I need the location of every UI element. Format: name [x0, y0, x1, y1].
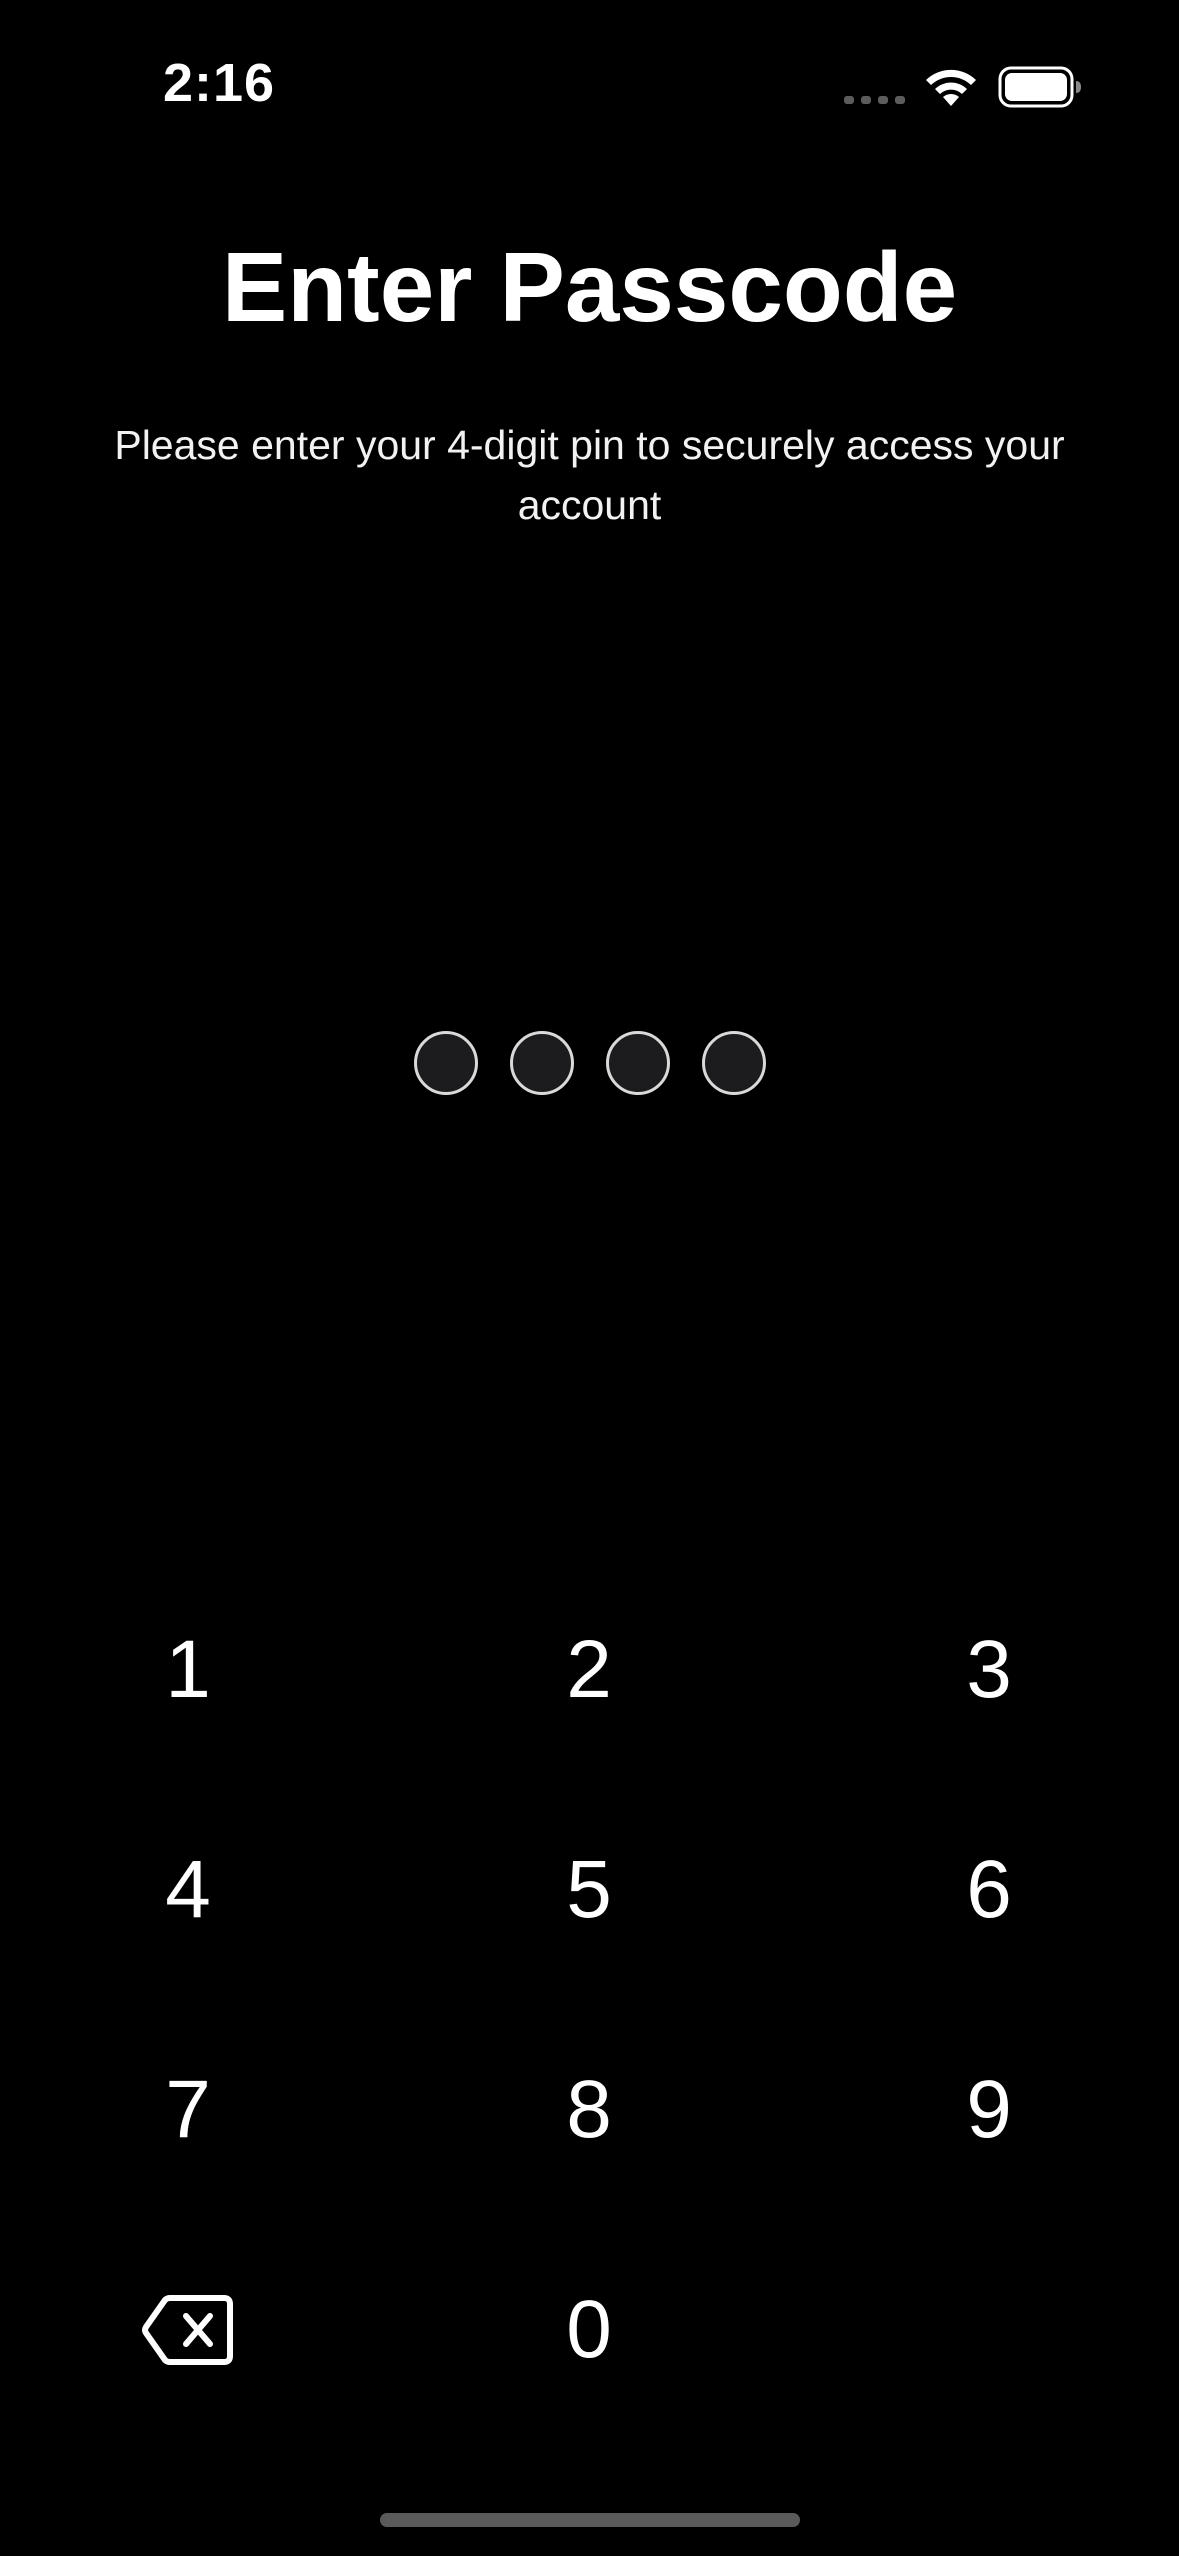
key-label: 0 — [566, 2284, 612, 2375]
pin-dot — [414, 1031, 478, 1095]
cellular-signal-icon — [844, 96, 906, 104]
status-time: 2:16 — [163, 53, 276, 113]
key-4[interactable]: 4 — [58, 1800, 318, 1980]
key-label: 1 — [165, 1624, 211, 1715]
pin-dot — [510, 1031, 574, 1095]
status-bar: 2:16 — [0, 0, 1179, 150]
key-label: 4 — [165, 1844, 211, 1935]
pin-indicator — [414, 1031, 766, 1095]
delete-button[interactable] — [58, 2240, 318, 2420]
key-label: 6 — [966, 1844, 1012, 1935]
key-2[interactable]: 2 — [459, 1580, 719, 1760]
key-label: 5 — [566, 1844, 612, 1935]
key-label: 9 — [966, 2064, 1012, 2155]
key-3[interactable]: 3 — [859, 1580, 1119, 1760]
key-label: 8 — [566, 2064, 612, 2155]
pin-dot — [702, 1031, 766, 1095]
backspace-icon — [142, 2295, 233, 2365]
pin-dot — [606, 1031, 670, 1095]
key-label: 2 — [566, 1624, 612, 1715]
page-subtitle: Please enter your 4-digit pin to securel… — [114, 422, 1065, 528]
key-6[interactable]: 6 — [859, 1800, 1119, 1980]
key-9[interactable]: 9 — [859, 2020, 1119, 2200]
key-0[interactable]: 0 — [459, 2240, 719, 2420]
page-title: Enter Passcode — [221, 232, 958, 342]
key-label: 3 — [966, 1624, 1012, 1715]
key-label: 7 — [165, 2064, 211, 2155]
battery-icon — [998, 66, 1082, 108]
home-indicator[interactable] — [380, 2513, 800, 2527]
key-7[interactable]: 7 — [58, 2020, 318, 2200]
wifi-icon — [923, 66, 979, 110]
numeric-keypad: 1 2 3 4 5 6 7 8 9 0 — [0, 1580, 1179, 2460]
key-8[interactable]: 8 — [459, 2020, 719, 2200]
key-1[interactable]: 1 — [58, 1580, 318, 1760]
key-5[interactable]: 5 — [459, 1800, 719, 1980]
